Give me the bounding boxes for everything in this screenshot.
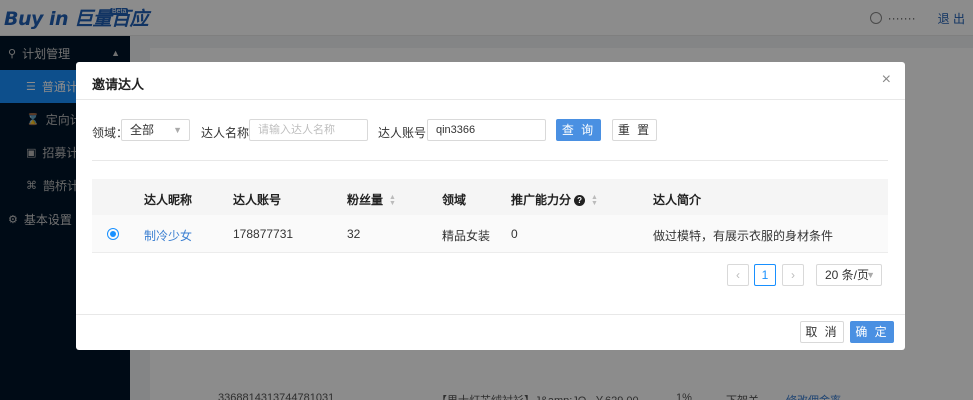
- sort-icon[interactable]: ▲ ▼: [591, 194, 598, 207]
- col-score[interactable]: 推广能力分? ▲ ▼: [511, 191, 598, 208]
- table-header: 达人昵称 达人账号 粉丝量 ▲ ▼ 领域 推广能力分? ▲ ▼ 达人简介: [92, 179, 888, 215]
- domain-select[interactable]: 全部 ▼: [121, 119, 190, 141]
- table-row[interactable]: 制冷少女 178877731 32 精品女装 0 做过模特，有展示衣服的身材条件: [92, 215, 888, 253]
- creator-nickname-link[interactable]: 制冷少女: [144, 227, 192, 244]
- footer-divider: [76, 314, 905, 315]
- cancel-button[interactable]: 取 消: [800, 321, 844, 343]
- col-fans-label: 粉丝量: [347, 193, 384, 207]
- modal-header: 邀请达人 ×: [76, 62, 905, 100]
- page-1-button[interactable]: 1: [754, 264, 776, 286]
- creator-name-input[interactable]: [249, 119, 368, 141]
- col-nickname: 达人昵称: [144, 193, 193, 207]
- creator-score: 0: [511, 227, 518, 241]
- col-score-label: 推广能力分: [511, 193, 572, 207]
- page-size-value: 20 条/页: [825, 268, 870, 282]
- creator-domain: 精品女装: [442, 229, 491, 243]
- col-domain: 领域: [442, 193, 467, 207]
- divider: [92, 160, 888, 161]
- next-page-button[interactable]: ›: [782, 264, 804, 286]
- close-icon[interactable]: ×: [882, 72, 891, 88]
- col-fans[interactable]: 粉丝量 ▲ ▼: [347, 191, 396, 208]
- chevron-down-icon: ▼: [173, 125, 182, 135]
- page-size-select[interactable]: 20 条/页 ▼: [816, 264, 882, 286]
- confirm-button[interactable]: 确 定: [850, 321, 894, 343]
- creator-fans: 32: [347, 227, 361, 241]
- creator-account: 178877731: [233, 227, 294, 241]
- help-icon[interactable]: ?: [574, 195, 586, 207]
- row-radio[interactable]: [107, 228, 119, 240]
- filter-bar: 领域： 全部 ▼ 达人名称： 达人账号： 查 询 重 置: [92, 119, 892, 143]
- prev-page-button[interactable]: ‹: [727, 264, 749, 286]
- creator-table: 达人昵称 达人账号 粉丝量 ▲ ▼ 领域 推广能力分? ▲ ▼ 达人简介 制冷少女 17…: [92, 179, 888, 253]
- creator-intro: 做过模特，有展示衣服的身材条件: [653, 229, 834, 243]
- sort-icon[interactable]: ▲ ▼: [389, 194, 396, 207]
- col-account: 达人账号: [233, 193, 282, 207]
- modal-title: 邀请达人: [92, 77, 145, 92]
- reset-button[interactable]: 重 置: [612, 119, 657, 141]
- invite-creator-modal: 邀请达人 × 领域： 全部 ▼ 达人名称： 达人账号： 查 询 重 置 达人昵称…: [76, 62, 905, 350]
- domain-select-value: 全部: [130, 123, 155, 137]
- creator-account-input[interactable]: [427, 119, 546, 141]
- search-button[interactable]: 查 询: [556, 119, 601, 141]
- col-intro: 达人简介: [653, 193, 702, 207]
- chevron-down-icon: ▼: [866, 270, 875, 280]
